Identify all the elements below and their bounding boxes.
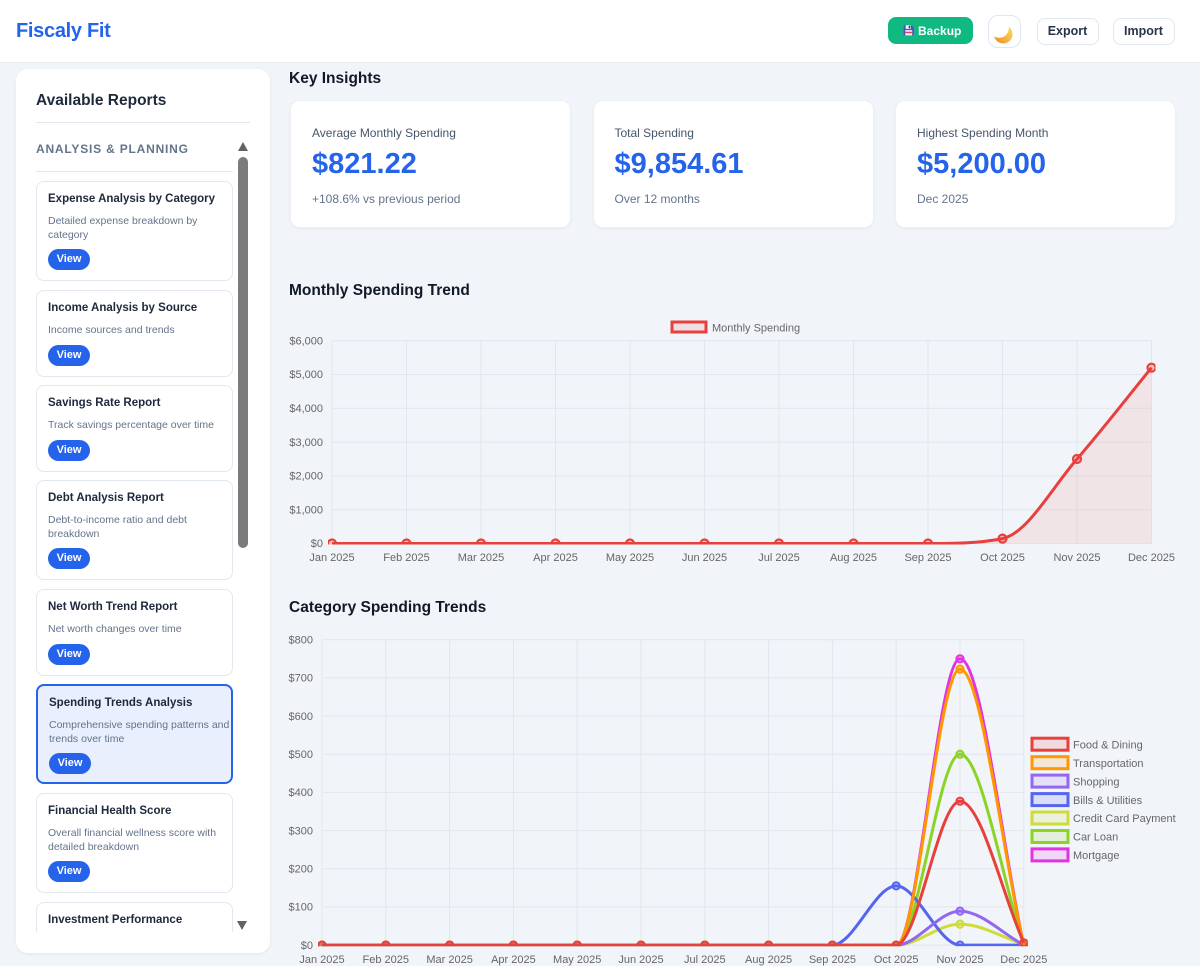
svg-text:Oct 2025: Oct 2025 xyxy=(874,954,919,966)
svg-text:Food & Dining: Food & Dining xyxy=(1073,739,1143,751)
svg-text:$0: $0 xyxy=(301,940,313,952)
svg-text:Jun 2025: Jun 2025 xyxy=(618,954,663,966)
svg-text:$100: $100 xyxy=(289,902,313,914)
svg-text:Bills & Utilities: Bills & Utilities xyxy=(1073,795,1143,807)
svg-text:$600: $600 xyxy=(289,711,313,723)
svg-text:Dec 2025: Dec 2025 xyxy=(1000,954,1047,966)
svg-text:Feb 2025: Feb 2025 xyxy=(363,954,409,966)
svg-text:Sep 2025: Sep 2025 xyxy=(809,954,856,966)
svg-text:Shopping: Shopping xyxy=(1073,776,1120,788)
svg-text:Car Loan: Car Loan xyxy=(1073,832,1118,844)
svg-text:$800: $800 xyxy=(289,634,313,646)
svg-text:Mortgage: Mortgage xyxy=(1073,850,1119,862)
svg-text:$400: $400 xyxy=(289,787,313,799)
svg-text:Transportation: Transportation xyxy=(1073,758,1144,770)
svg-text:$200: $200 xyxy=(289,864,313,876)
svg-text:Credit Card Payment: Credit Card Payment xyxy=(1073,813,1176,825)
svg-text:May 2025: May 2025 xyxy=(553,954,601,966)
svg-text:Apr 2025: Apr 2025 xyxy=(491,954,536,966)
svg-text:$700: $700 xyxy=(289,673,313,685)
svg-text:Nov 2025: Nov 2025 xyxy=(936,954,983,966)
svg-text:$300: $300 xyxy=(289,825,313,837)
svg-text:Mar 2025: Mar 2025 xyxy=(426,954,472,966)
svg-text:$500: $500 xyxy=(289,749,313,761)
svg-text:Jul 2025: Jul 2025 xyxy=(684,954,726,966)
svg-text:Aug 2025: Aug 2025 xyxy=(745,954,792,966)
svg-text:Jan 2025: Jan 2025 xyxy=(299,954,344,966)
